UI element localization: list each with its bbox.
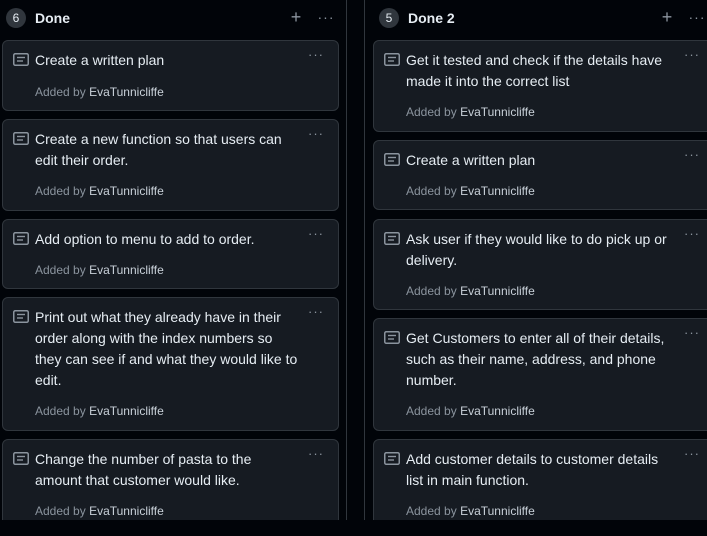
plus-icon[interactable]: + (657, 8, 677, 26)
card[interactable]: Create a new function so that users can … (2, 119, 339, 211)
kebab-horizontal-icon[interactable]: ··· (684, 446, 700, 461)
kebab-horizontal-icon[interactable]: ··· (308, 226, 324, 241)
card[interactable]: Get Customers to enter all of their deta… (373, 318, 707, 431)
card-meta: Added by EvaTunnicliffe (35, 263, 164, 277)
column-header: 5 Done 2 (365, 0, 707, 36)
kebab-horizontal-icon[interactable]: ··· (308, 304, 324, 319)
card-title[interactable]: Add option to menu to add to order. (35, 229, 300, 250)
card[interactable]: Change the number of pasta to the amount… (2, 439, 339, 520)
kebab-horizontal-icon[interactable]: ··· (308, 446, 324, 461)
note-icon (384, 53, 400, 66)
author-link[interactable]: EvaTunnicliffe (89, 184, 164, 198)
author-link[interactable]: EvaTunnicliffe (89, 504, 164, 518)
column-title: Done (35, 10, 70, 26)
card[interactable]: Ask user if they would like to do pick u… (373, 219, 707, 310)
added-by-label: Added by (406, 105, 457, 119)
card[interactable]: Create a written plan ··· Added by EvaTu… (373, 140, 707, 210)
card-title[interactable]: Ask user if they would like to do pick u… (406, 229, 674, 271)
column-actions: + ··· (286, 8, 336, 26)
author-link[interactable]: EvaTunnicliffe (460, 105, 535, 119)
card[interactable]: Print out what they already have in thei… (2, 297, 339, 431)
author-link[interactable]: EvaTunnicliffe (460, 404, 535, 418)
card[interactable]: Get it tested and check if the details h… (373, 40, 707, 132)
kebab-horizontal-icon[interactable]: ··· (687, 8, 707, 26)
added-by-label: Added by (35, 85, 86, 99)
author-link[interactable]: EvaTunnicliffe (89, 404, 164, 418)
card-meta: Added by EvaTunnicliffe (406, 284, 535, 298)
note-icon (13, 310, 29, 323)
card-meta: Added by EvaTunnicliffe (406, 184, 535, 198)
card[interactable]: Add customer details to customer details… (373, 439, 707, 520)
added-by-label: Added by (406, 184, 457, 198)
card-title[interactable]: Change the number of pasta to the amount… (35, 449, 300, 491)
card[interactable]: Add option to menu to add to order. ··· … (2, 219, 339, 289)
added-by-label: Added by (35, 263, 86, 277)
card-meta: Added by EvaTunnicliffe (35, 184, 164, 198)
card-title[interactable]: Create a written plan (406, 150, 674, 171)
kebab-horizontal-icon[interactable]: ··· (684, 147, 700, 162)
note-icon (384, 232, 400, 245)
card[interactable]: Create a written plan ··· Added by EvaTu… (2, 40, 339, 111)
card-title[interactable]: Create a new function so that users can … (35, 129, 300, 171)
note-icon (384, 153, 400, 166)
column-actions: + ··· (657, 8, 707, 26)
kebab-horizontal-icon[interactable]: ··· (684, 325, 700, 340)
column-count-badge: 5 (379, 8, 399, 28)
author-link[interactable]: EvaTunnicliffe (89, 263, 164, 277)
added-by-label: Added by (406, 404, 457, 418)
card-meta: Added by EvaTunnicliffe (406, 404, 535, 418)
note-icon (13, 232, 29, 245)
author-link[interactable]: EvaTunnicliffe (460, 284, 535, 298)
card-title[interactable]: Get Customers to enter all of their deta… (406, 328, 674, 391)
note-icon (13, 53, 29, 66)
column-title: Done 2 (408, 10, 455, 26)
kebab-horizontal-icon[interactable]: ··· (316, 8, 336, 26)
note-icon (13, 132, 29, 145)
card-meta: Added by EvaTunnicliffe (35, 504, 164, 518)
author-link[interactable]: EvaTunnicliffe (460, 504, 535, 518)
card-meta: Added by EvaTunnicliffe (35, 404, 164, 418)
added-by-label: Added by (35, 504, 86, 518)
card-title[interactable]: Add customer details to customer details… (406, 449, 674, 491)
kebab-horizontal-icon[interactable]: ··· (308, 126, 324, 141)
column-count-badge: 6 (6, 8, 26, 28)
added-by-label: Added by (35, 184, 86, 198)
card-meta: Added by EvaTunnicliffe (406, 105, 535, 119)
note-icon (384, 452, 400, 465)
kebab-horizontal-icon[interactable]: ··· (684, 226, 700, 241)
note-icon (384, 331, 400, 344)
added-by-label: Added by (406, 284, 457, 298)
column-done: 6 Done + ··· Create a written plan ··· A… (0, 0, 347, 520)
note-icon (13, 452, 29, 465)
card-title[interactable]: Print out what they already have in thei… (35, 307, 300, 391)
author-link[interactable]: EvaTunnicliffe (89, 85, 164, 99)
kebab-horizontal-icon[interactable]: ··· (684, 47, 700, 62)
added-by-label: Added by (35, 404, 86, 418)
column-done-2: 5 Done 2 + ··· Get it tested and check i… (364, 0, 707, 520)
kebab-horizontal-icon[interactable]: ··· (308, 47, 324, 62)
card-title[interactable]: Create a written plan (35, 50, 300, 71)
project-board: 6 Done + ··· Create a written plan ··· A… (0, 0, 707, 536)
plus-icon[interactable]: + (286, 8, 306, 26)
card-meta: Added by EvaTunnicliffe (406, 504, 535, 518)
author-link[interactable]: EvaTunnicliffe (460, 184, 535, 198)
card-meta: Added by EvaTunnicliffe (35, 85, 164, 99)
card-title[interactable]: Get it tested and check if the details h… (406, 50, 674, 92)
added-by-label: Added by (406, 504, 457, 518)
